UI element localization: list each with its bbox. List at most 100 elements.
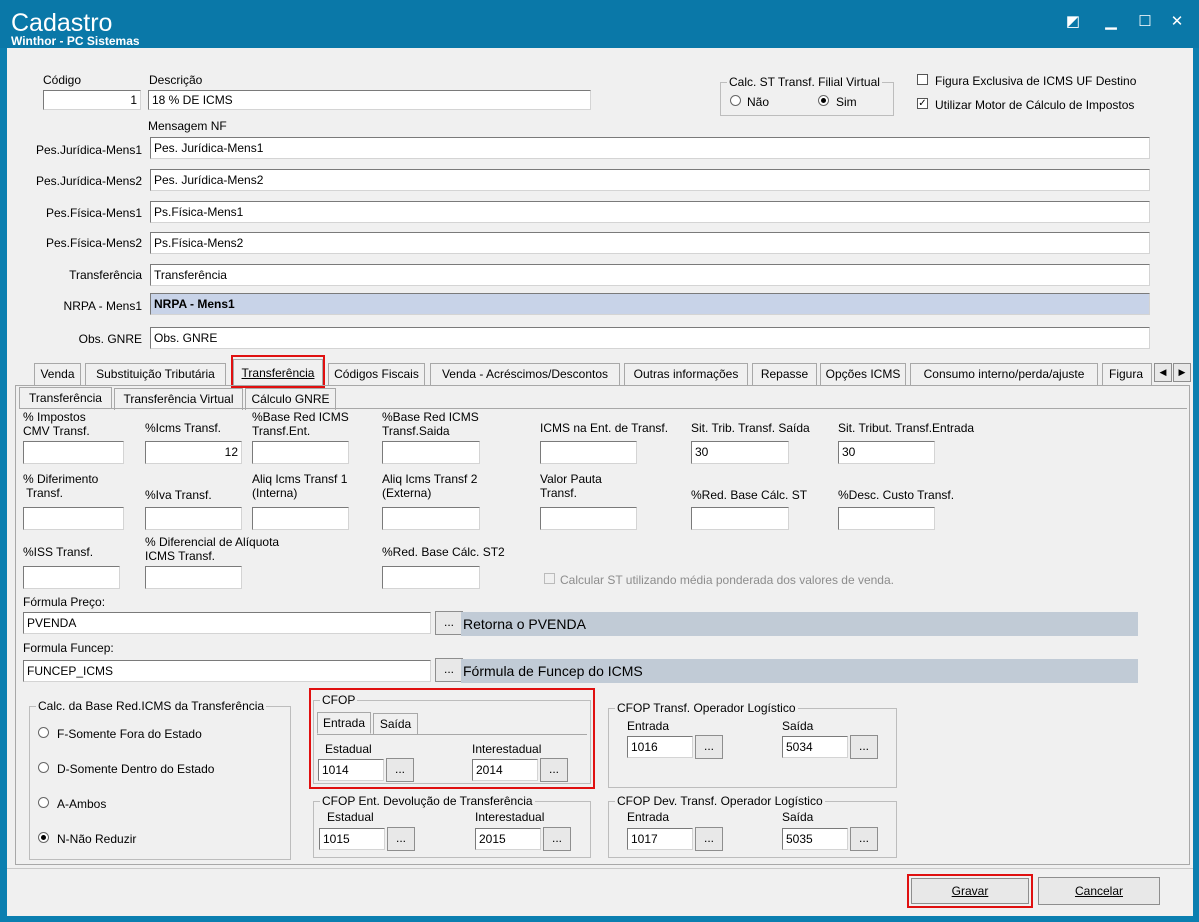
cfop-dev-estadual-lookup-button[interactable]: ... [387,827,415,851]
base-red-saida-input[interactable] [382,441,480,464]
cancelar-button[interactable]: Cancelar [1038,877,1160,905]
tab-highlight-box [231,355,325,388]
formula-funcep-lookup-button[interactable]: ... [435,658,463,682]
tab-outras-informacoes[interactable]: Outras informações [624,363,748,385]
subtab-transferencia-virtual[interactable]: Transferência Virtual [114,388,243,410]
red-base-st2-input[interactable] [382,566,480,589]
sit-trib-entrada-input[interactable]: 30 [838,441,935,464]
figura-exclusiva-checkbox[interactable] [917,74,928,85]
calc-st-group-title: Calc. ST Transf. Filial Virtual [727,75,882,89]
red-base-st-label: %Red. Base Cálc. ST [691,488,808,502]
base-red-ent-label: %Base Red ICMS Transf.Ent. [252,410,349,438]
cfop-dev-interestadual-input[interactable]: 2015 [475,828,541,850]
cfop-operador-saida-lookup-button[interactable]: ... [850,735,878,759]
msg-label-nrpa: NRPA - Mens1 [63,299,142,313]
aliq-2-input[interactable] [382,507,480,530]
desc-custo-input[interactable] [838,507,935,530]
radio-nao-reduzir[interactable] [38,832,49,843]
cfop-dev-operador-saida-lookup-button[interactable]: ... [850,827,878,851]
calcular-st-checkbox[interactable] [544,573,555,584]
desc-custo-label: %Desc. Custo Transf. [838,488,955,502]
iva-transf-input[interactable] [145,507,242,530]
msg-label-gnre: Obs. GNRE [78,332,142,346]
radio-somente-fora-label: F-Somente Fora do Estado [57,727,202,741]
red-base-st2-label: %Red. Base Cálc. ST2 [382,545,505,559]
msg-label-pf1: Pes.Física-Mens1 [45,206,142,220]
subtab-transferencia[interactable]: Transferência [19,387,112,409]
valor-pauta-input[interactable] [540,507,637,530]
tab-repasse[interactable]: Repasse [752,363,817,385]
cfop-operador-saida-input[interactable]: 5034 [782,736,848,758]
icms-transf-input[interactable]: 12 [145,441,242,464]
cfop-dev-operador-entrada-input[interactable]: 1017 [627,828,693,850]
window-subtitle: Winthor - PC Sistemas [11,34,140,48]
figura-exclusiva-label: Figura Exclusiva de ICMS UF Destino [935,74,1137,88]
sit-trib-saida-input[interactable]: 30 [691,441,789,464]
radio-nao[interactable] [730,95,741,106]
tab-venda-acrescimos[interactable]: Venda - Acréscimos/Descontos [430,363,620,385]
cfop-operador-entrada-input[interactable]: 1016 [627,736,693,758]
tab-figura[interactable]: Figura [1102,363,1152,385]
tab-venda[interactable]: Venda [34,363,81,385]
subtab-calculo-gnre[interactable]: Cálculo GNRE [245,388,336,410]
cfop-dev-interestadual-lookup-button[interactable]: ... [543,827,571,851]
aliq-2-label: Aliq Icms Transf 2 (Externa) [382,472,478,500]
iss-transf-input[interactable] [23,566,120,589]
diferimento-label: % Diferimento Transf. [23,472,99,500]
radio-sim-label: Sim [836,95,857,109]
radio-nao-reduzir-label: N-Não Reduzir [57,832,137,846]
cfop-devolucao-group-title: CFOP Ent. Devolução de Transferência [320,794,535,808]
title-bar [0,0,1199,48]
tab-codigos-fiscais[interactable]: Códigos Fiscais [328,363,425,385]
msg-input-pf1[interactable]: Ps.Física-Mens1 [150,201,1150,223]
formula-preco-lookup-button[interactable]: ... [435,611,463,635]
msg-input-transf[interactable]: Transferência [150,264,1150,286]
gravar-highlight-box [907,874,1033,908]
tab-scroll-right-icon[interactable]: ▶ [1173,363,1191,382]
radio-somente-fora[interactable] [38,727,49,738]
msg-input-pj2[interactable]: Pes. Jurídica-Mens2 [150,169,1150,191]
tab-consumo-interno[interactable]: Consumo interno/perda/ajuste [910,363,1098,385]
cfop-dev-operador-saida-label: Saída [782,810,814,824]
formula-funcep-input[interactable]: FUNCEP_ICMS [23,660,431,682]
cfop-dev-interestadual-label: Interestadual [475,810,545,824]
utilizar-motor-checkbox[interactable]: ✓ [917,98,928,109]
msg-input-pf2[interactable]: Ps.Física-Mens2 [150,232,1150,254]
cfop-dev-operador-saida-input[interactable]: 5035 [782,828,848,850]
tab-scroll-left-icon[interactable]: ◀ [1154,363,1172,382]
minimize-icon[interactable]: ▁ [1100,12,1122,32]
icms-ent-transf-label: ICMS na Ent. de Transf. [540,421,669,435]
tab-opcoes-icms[interactable]: Opções ICMS [820,363,906,385]
radio-ambos[interactable] [38,797,49,808]
diferencial-aliq-input[interactable] [145,566,242,589]
msg-input-gnre[interactable]: Obs. GNRE [150,327,1150,349]
msg-input-pj1[interactable]: Pes. Jurídica-Mens1 [150,137,1150,159]
icms-ent-transf-input[interactable] [540,441,637,464]
radio-sim[interactable] [818,95,829,106]
codigo-input[interactable]: 1 [43,90,141,110]
radio-somente-dentro-label: D-Somente Dentro do Estado [57,762,215,776]
descricao-label: Descrição [149,73,203,87]
icms-transf-label: %Icms Transf. [145,421,222,435]
cfop-operador-group-title: CFOP Transf. Operador Logístico [615,701,798,715]
radio-somente-dentro[interactable] [38,762,49,773]
base-red-saida-label: %Base Red ICMS Transf.Saida [382,410,479,438]
formula-preco-input[interactable]: PVENDA [23,612,431,634]
diferimento-input[interactable] [23,507,124,530]
base-red-group-title: Calc. da Base Red.ICMS da Transferência [36,699,267,713]
cfop-operador-entrada-lookup-button[interactable]: ... [695,735,723,759]
calcular-st-label: Calcular ST utilizando média ponderada d… [560,573,894,587]
cfop-dev-operador-entrada-lookup-button[interactable]: ... [695,827,723,851]
impostos-cmv-input[interactable] [23,441,124,464]
tab-substituicao[interactable]: Substituição Tributária [85,363,226,385]
restore-icon[interactable]: ◩ [1062,12,1084,32]
red-base-st-input[interactable] [691,507,789,530]
msg-input-nrpa[interactable]: NRPA - Mens1 [150,293,1150,315]
descricao-input[interactable]: 18 % DE ICMS [148,90,591,110]
maximize-icon[interactable]: ☐ [1134,12,1156,32]
aliq-1-input[interactable] [252,507,349,530]
cfop-dev-estadual-input[interactable]: 1015 [319,828,385,850]
base-red-ent-input[interactable] [252,441,349,464]
iva-transf-label: %Iva Transf. [145,488,212,502]
close-icon[interactable]: ✕ [1166,12,1188,32]
